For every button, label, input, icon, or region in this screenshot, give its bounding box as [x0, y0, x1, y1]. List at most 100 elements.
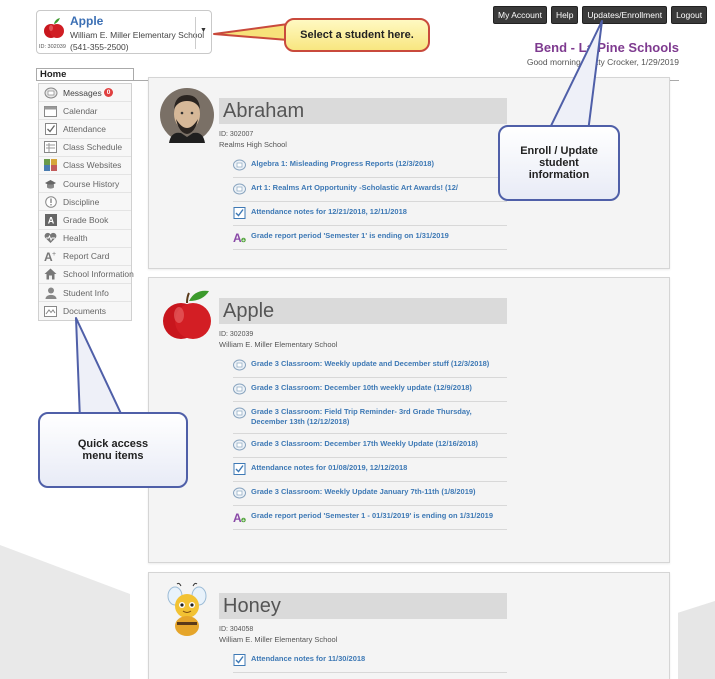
selected-student-phone: (541-355-2500) — [70, 42, 129, 52]
report-card-icon: A + — [43, 250, 58, 263]
list-item[interactable]: A + Grade report period 'Semester 1 - 01/… — [233, 506, 507, 530]
callout-enroll-update: Enroll / Update student information — [498, 125, 620, 201]
portrait-avatar — [160, 88, 214, 143]
sidebar-item-label: Course History — [63, 178, 120, 189]
student-id: ID: 302007 — [219, 131, 254, 138]
list-item-label: Grade 3 Classroom: Weekly update and Dec… — [251, 359, 490, 368]
calendar-icon — [43, 104, 58, 117]
list-item[interactable]: Attendance notes for 12/21/2018, 12/11/2… — [233, 202, 507, 226]
grade-report-icon: A + — [233, 231, 246, 243]
greeting-text: Good morning, Betty Crocker, 1/29/2019 — [526, 57, 679, 67]
student-selector[interactable]: Apple William E. Miller Elementary Schoo… — [36, 10, 212, 54]
selected-student-name: Apple — [70, 14, 104, 28]
sidebar-item-label: Class Websites — [63, 160, 122, 171]
notification-list: Algebra 1: Misleading Progress Reports (… — [233, 154, 507, 250]
selected-student-school: William E. Miller Elementary School — [70, 30, 205, 40]
messages-icon — [43, 86, 58, 99]
my-account-button[interactable]: My Account — [493, 6, 547, 24]
help-button[interactable]: Help — [550, 6, 579, 24]
list-item[interactable]: Grade 3 Classroom: Weekly Update January… — [233, 482, 507, 506]
student-id: ID: 304058 — [219, 626, 254, 633]
sidebar-item-label: Class Schedule — [63, 142, 123, 153]
class-icon — [233, 359, 246, 371]
district-name: Bend - La Pine Schools — [534, 40, 679, 55]
course-history-icon — [43, 177, 58, 190]
student-name: Apple — [219, 298, 507, 324]
sidebar-item-calendar[interactable]: Calendar — [39, 102, 131, 121]
list-item[interactable]: Art 1: Realms Art Opportunity -Scholasti… — [233, 178, 507, 202]
sidebar-item-label: Discipline — [63, 196, 100, 207]
student-school: William E. Miller Elementary School — [219, 635, 338, 644]
list-item-label: Grade report period 'Semester 1 - 01/31/… — [251, 511, 494, 520]
svg-text:+: + — [242, 238, 245, 243]
student-card-honey: Honey ID: 304058 William E. Miller Eleme… — [148, 572, 670, 679]
sidebar-item-school-information[interactable]: School Information — [39, 266, 134, 285]
attendance-check-icon — [233, 463, 246, 475]
class-icon — [233, 487, 246, 499]
background-decor-right — [678, 600, 715, 679]
callout-select-student: Select a student here. — [284, 18, 430, 52]
svg-text:A: A — [47, 215, 54, 225]
sidebar-item-label: School Information — [63, 269, 134, 280]
sidebar-item-report-card[interactable]: A + Report Card — [39, 248, 131, 266]
sidebar-item-discipline[interactable]: Discipline — [39, 193, 131, 212]
class-schedule-icon — [43, 141, 58, 154]
sidebar-item-grade-book[interactable]: A Grade Book — [39, 211, 131, 230]
list-item[interactable]: Attendance notes for 11/30/2018 — [233, 649, 507, 673]
list-item-label: Attendance notes for 01/08/2019, 12/12/2… — [251, 463, 408, 472]
class-icon — [233, 159, 246, 171]
list-item-label: Grade 3 Classroom: December 17th Weekly … — [251, 439, 479, 448]
apple-icon — [44, 18, 64, 38]
list-item-label: Grade report period 'Semester 1' is endi… — [251, 231, 449, 240]
selector-divider — [195, 17, 196, 49]
list-item[interactable]: Grade 3 Classroom: December 17th Weekly … — [233, 434, 507, 458]
sidebar-item-health[interactable]: Health — [39, 230, 131, 248]
sidebar-item-class-schedule[interactable]: Class Schedule — [39, 139, 131, 157]
list-item[interactable]: A + Grade report period 'Semester 1' is e… — [233, 226, 507, 250]
apple-avatar — [163, 290, 211, 339]
student-card-apple: Apple ID: 302039 William E. Miller Eleme… — [148, 277, 670, 563]
list-item[interactable]: Attendance notes for 01/08/2019, 12/12/2… — [233, 458, 507, 482]
student-school: William E. Miller Elementary School — [219, 340, 338, 349]
class-icon — [233, 439, 246, 451]
sidebar-item-messages[interactable]: Messages 0 — [39, 84, 131, 103]
list-item[interactable]: Grade 3 Classroom: Field Trip Reminder- … — [233, 402, 507, 434]
sidebar-item-documents[interactable]: Documents — [39, 302, 131, 320]
health-icon — [43, 232, 58, 245]
chevron-down-icon[interactable]: ▼ — [200, 27, 207, 34]
sidebar-item-course-history[interactable]: Course History — [39, 175, 131, 194]
student-info-icon — [43, 286, 58, 299]
list-item[interactable]: Algebra 1: Misleading Progress Reports (… — [233, 154, 507, 178]
notification-list: Attendance notes for 11/30/2018 — [233, 649, 507, 673]
sidebar-item-student-info[interactable]: Student Info — [39, 284, 131, 303]
sidebar-item-label: Student Info — [63, 287, 109, 298]
sidebar-item-label: Calendar — [63, 105, 98, 116]
messages-count-badge: 0 — [103, 87, 114, 97]
notification-list: Grade 3 Classroom: Weekly update and Dec… — [233, 354, 507, 530]
callout-quick-access: Quick access menu items — [38, 412, 188, 488]
student-school: Realms High School — [219, 140, 287, 149]
student-id: ID: 302039 — [219, 331, 254, 338]
sidebar-item-attendance[interactable]: Attendance — [39, 120, 131, 139]
sidebar-item-class-websites[interactable]: Class Websites — [39, 157, 131, 175]
class-icon — [233, 383, 246, 395]
selected-student-id: ID: 302039 — [39, 44, 66, 50]
top-nav: My Account Help Updates/Enrollment Logou… — [493, 6, 708, 24]
sidebar: Messages 0 Calendar Attendance Class Sche… — [38, 83, 134, 322]
student-name: Abraham — [219, 98, 507, 124]
sidebar-item-label: Health — [63, 233, 88, 244]
svg-text:A: A — [233, 231, 242, 243]
updates-enrollment-button[interactable]: Updates/Enrollment — [582, 6, 668, 24]
bee-avatar — [167, 582, 207, 636]
sidebar-item-label: Grade Book — [63, 214, 109, 225]
documents-icon — [43, 305, 58, 318]
list-item-label: Algebra 1: Misleading Progress Reports (… — [251, 159, 434, 168]
sidebar-item-label: Report Card — [63, 251, 110, 262]
attendance-check-icon — [233, 654, 246, 666]
list-item-label: Attendance notes for 12/21/2018, 12/11/2… — [251, 207, 407, 216]
list-item[interactable]: Grade 3 Classroom: Weekly update and Dec… — [233, 354, 507, 378]
school-information-icon — [43, 268, 58, 281]
svg-text:+: + — [52, 251, 56, 258]
logout-button[interactable]: Logout — [671, 6, 708, 24]
list-item[interactable]: Grade 3 Classroom: December 10th weekly … — [233, 378, 507, 402]
